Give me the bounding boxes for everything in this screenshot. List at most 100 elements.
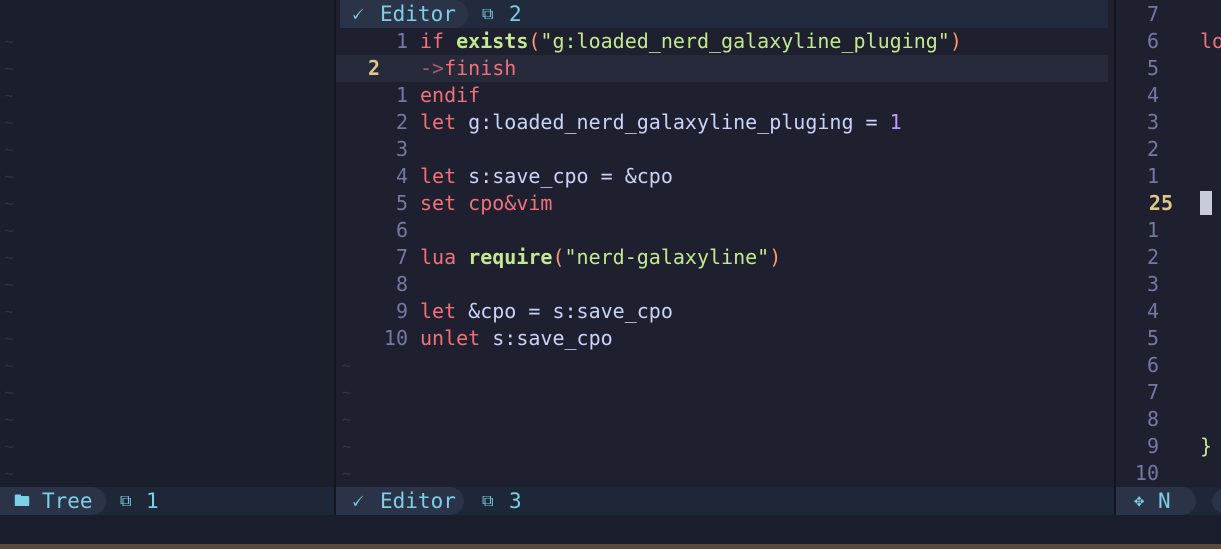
- code-token: let: [420, 164, 469, 188]
- line-number: 10: [1134, 461, 1159, 485]
- code-token: 1: [889, 110, 902, 134]
- empty-line-marker: ~: [4, 329, 14, 348]
- empty-line-marker: ~: [4, 464, 14, 483]
- line-number: 9: [1146, 434, 1159, 458]
- window-number: 2: [509, 2, 522, 26]
- line-number: 2: [395, 110, 408, 134]
- code-token: lua: [420, 245, 469, 269]
- line-number: 2: [368, 56, 381, 80]
- code-token: cpo&vim: [468, 191, 553, 215]
- code-line[interactable]: 9 let &cpo = s:save_cpo: [336, 298, 1108, 325]
- code-token: s:save_cpo =: [468, 164, 625, 188]
- line-number: 7: [395, 245, 408, 269]
- code-line[interactable]: 7 lua require("nerd-galaxyline"): [336, 244, 1108, 271]
- code-token: s:save_cpo: [492, 326, 613, 350]
- editor-status-segment[interactable]: 🗸 Editor: [336, 487, 464, 515]
- mode-label: N: [1158, 489, 1171, 513]
- code-token: ): [769, 245, 782, 269]
- window-icon: ⧉: [482, 4, 494, 23]
- code-line[interactable]: 4 let s:save_cpo = &cpo: [336, 163, 1108, 190]
- line-number: 5: [1146, 326, 1159, 350]
- code-token: "g:loaded_nerd_galaxyline_pluging": [540, 29, 950, 53]
- code-token: (: [528, 29, 541, 53]
- line-number: 6: [395, 218, 408, 242]
- editor-statusline: 🗸 Editor ⧉ 3: [336, 487, 1114, 515]
- empty-line-marker: ~: [4, 221, 14, 240]
- line-number: 6: [1146, 29, 1159, 53]
- code-token: require: [468, 245, 553, 269]
- line-number: 1: [395, 83, 408, 107]
- code-token: &cpo = s:save_cpo: [468, 299, 673, 323]
- code-token: let: [420, 110, 469, 134]
- window-icon: ⧉: [120, 491, 132, 510]
- tab-label: Editor: [380, 2, 456, 26]
- code-line[interactable]: 10 unlet s:save_cpo: [336, 325, 1108, 352]
- code-token: let: [420, 299, 469, 323]
- line-number: 3: [1146, 110, 1159, 134]
- code-line[interactable]: 2 let g:loaded_nerd_galaxyline_pluging = …: [336, 109, 1108, 136]
- code-token: endif: [420, 83, 481, 107]
- window-number: 3: [509, 489, 522, 513]
- code-text: if exists("g:loaded_nerd_galaxyline_plug…: [420, 28, 962, 55]
- line-number: 2: [1146, 245, 1159, 269]
- line-number: 1: [395, 29, 408, 53]
- tree-status-segment[interactable]: 🖿 Tree: [0, 487, 106, 515]
- tree-statusline: 🖿 Tree ⧉ 1: [0, 487, 334, 515]
- empty-line-marker: ~: [4, 86, 14, 105]
- empty-line-marker: ~: [4, 140, 14, 159]
- line-number: 1: [1146, 164, 1159, 188]
- empty-line-marker: ~: [4, 248, 14, 267]
- line-number: 9: [395, 299, 408, 323]
- empty-line-marker: ~: [4, 410, 14, 429]
- line-number: 5: [395, 191, 408, 215]
- code-line[interactable]: 1 if exists("g:loaded_nerd_galaxyline_plu…: [336, 28, 1108, 55]
- code-text: endif: [420, 82, 480, 109]
- line-number: 5: [1146, 56, 1159, 80]
- code-text: ->finish: [420, 55, 516, 82]
- code-line[interactable]: 2 ->finish: [336, 55, 1108, 82]
- code-line[interactable]: 5 set cpo&vim: [336, 190, 1108, 217]
- code-text: let s:save_cpo = &cpo: [420, 163, 673, 190]
- empty-line-marker: ~: [4, 356, 14, 375]
- code-line[interactable]: 8: [336, 271, 1108, 298]
- line-number: 4: [1146, 83, 1159, 107]
- code-line[interactable]: 6: [336, 217, 1108, 244]
- code-token: ->: [420, 56, 445, 80]
- code-line[interactable]: 3: [336, 136, 1108, 163]
- empty-line-marker: ~: [342, 437, 352, 456]
- line-number: 6: [1146, 353, 1159, 377]
- code-token: if: [420, 29, 457, 53]
- editor-status-label: Editor: [380, 489, 456, 513]
- line-number: 7: [1146, 2, 1159, 26]
- editor-tab[interactable]: 🗸 Editor: [340, 0, 468, 28]
- line-number: 1: [1146, 218, 1159, 242]
- empty-line-marker: ~: [4, 167, 14, 186]
- code-line[interactable]: 1 endif: [336, 82, 1108, 109]
- mode-status-segment[interactable]: ✥ N: [1116, 487, 1196, 515]
- editor-pane[interactable]: 1 if exists("g:loaded_nerd_galaxyline_plu…: [336, 0, 1114, 515]
- code-text: let g:loaded_nerd_galaxyline_pluging = 1: [420, 109, 902, 136]
- line-number: 10: [383, 326, 408, 350]
- text-cursor: [1200, 191, 1212, 215]
- check-icon: 🗸: [350, 489, 365, 513]
- empty-line-marker: ~: [342, 410, 352, 429]
- code-token: unlet: [420, 326, 493, 350]
- code-token: (: [552, 245, 565, 269]
- code-text: lua require("nerd-galaxyline"): [420, 244, 781, 271]
- line-number: 3: [395, 137, 408, 161]
- line-number: 4: [395, 164, 408, 188]
- right-editor-pane[interactable]: 7 6 5 4 3 2 1 25 1 2 3 4 5 6 7 8 9 10 lo}: [1116, 0, 1221, 515]
- empty-line-marker: ~: [4, 383, 14, 402]
- line-number: 4: [1146, 299, 1159, 323]
- code-token: g:loaded_nerd_galaxyline_pluging =: [468, 110, 890, 134]
- empty-line-marker: ~: [4, 194, 14, 213]
- line-number: 2: [1146, 137, 1159, 161]
- empty-line-marker: ~: [4, 32, 14, 51]
- line-number: 7: [1146, 380, 1159, 404]
- empty-line-marker: ~: [4, 437, 14, 456]
- code-token: exists: [456, 29, 529, 53]
- code-text: }: [1200, 434, 1213, 458]
- code-token: set: [420, 191, 469, 215]
- code-text: unlet s:save_cpo: [420, 325, 613, 352]
- tree-pane[interactable]: ~ ~ ~ ~ ~ ~ ~ ~ ~ ~ ~ ~ ~ ~ ~ ~ ~: [0, 0, 334, 515]
